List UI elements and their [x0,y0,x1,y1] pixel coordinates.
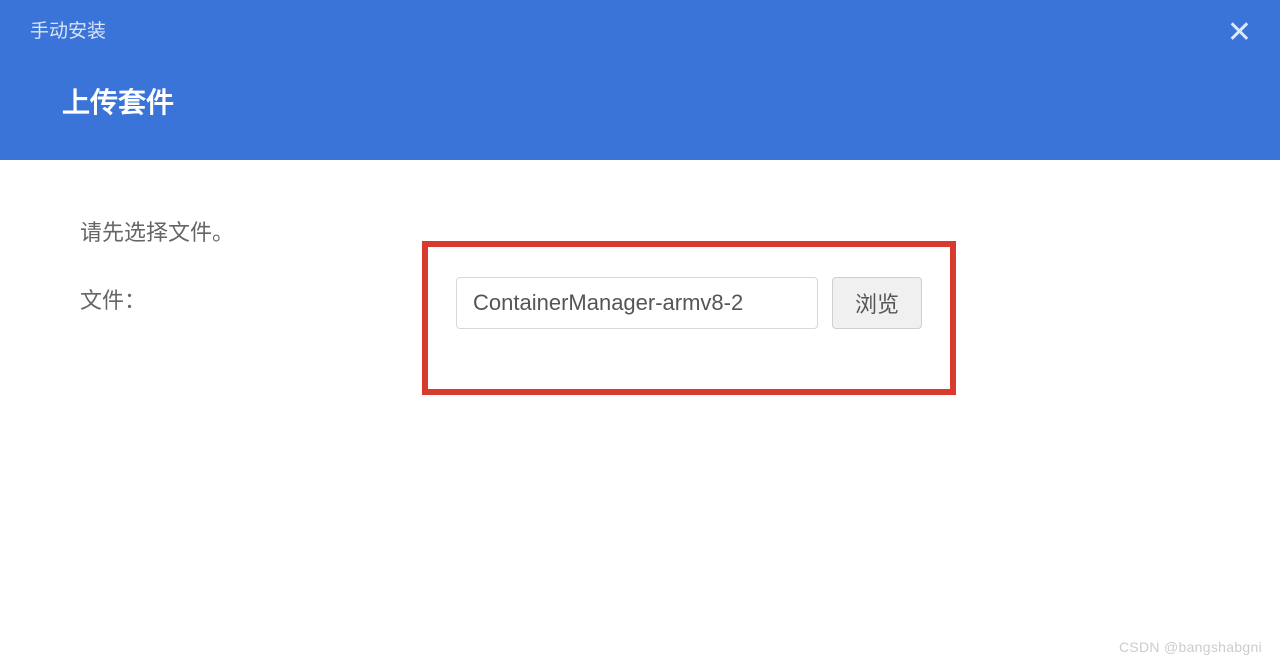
browse-button[interactable]: 浏览 [832,277,922,329]
dialog-content: 请先选择文件。 文件： 浏览 [0,160,1280,450]
file-row: 文件： 浏览 [80,271,1200,395]
file-label: 文件： [80,271,422,315]
close-icon[interactable]: ✕ [1227,18,1252,48]
watermark-text: CSDN @bangshabgni [1119,639,1262,655]
dialog-title: 上传套件 [62,81,1250,121]
dialog-header: 手动安装 上传套件 ✕ [0,0,1280,160]
highlight-box: 浏览 [422,241,956,395]
file-path-input[interactable] [456,277,818,329]
dialog-breadcrumb: 手动安装 [30,16,1250,43]
